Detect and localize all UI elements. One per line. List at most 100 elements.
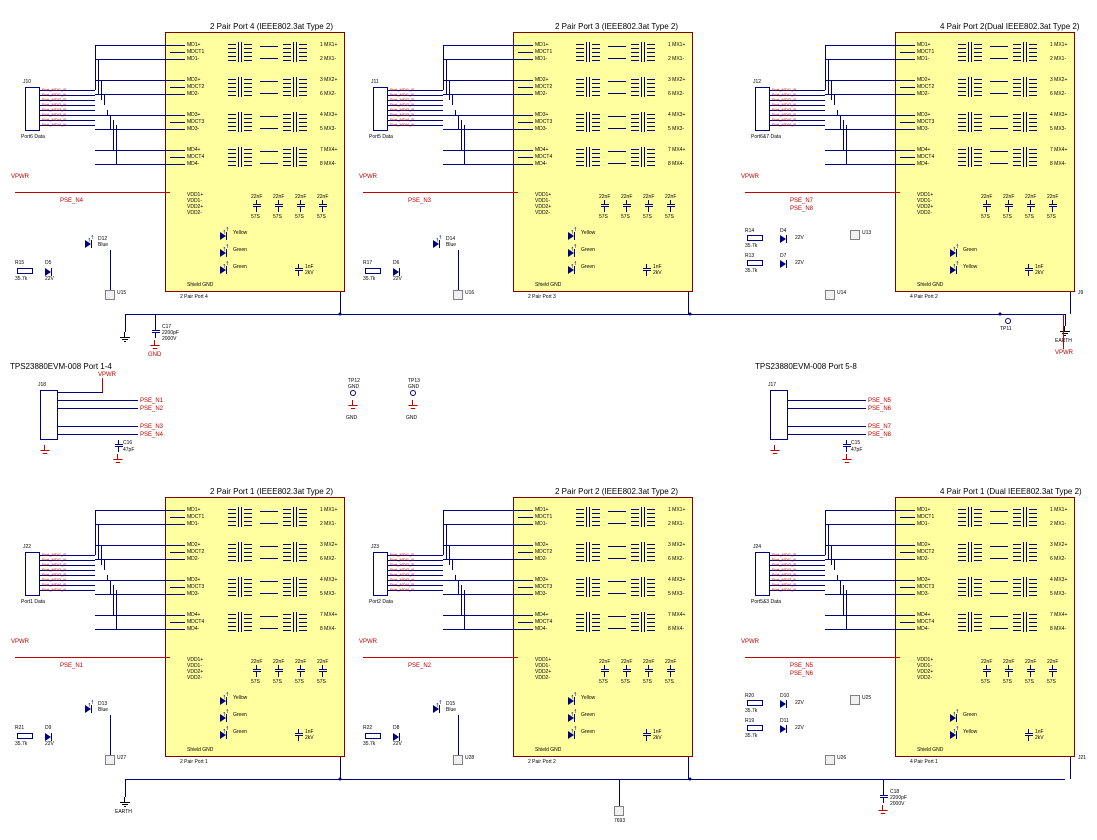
- zener-icon: [45, 268, 57, 276]
- wire: [518, 594, 533, 595]
- pse-net-label: PSE_N2: [408, 663, 431, 669]
- data-connector: [25, 87, 40, 131]
- zener-icon: [393, 733, 405, 741]
- pin-label: VDD2-: [917, 210, 932, 216]
- pin-label: MD1-: [535, 56, 547, 62]
- wire: [608, 93, 626, 94]
- connector-j18: [40, 390, 58, 440]
- wire: [260, 116, 278, 117]
- pin-label: MD2+: [187, 542, 200, 548]
- pin-label: 4 MX3+: [668, 577, 685, 583]
- wire: [113, 120, 114, 150]
- cap-22nf: [645, 200, 653, 212]
- bead-ref: U15: [117, 290, 126, 296]
- pin-label: 4 MX3+: [668, 112, 685, 118]
- cap-val: 22nF: [295, 659, 306, 665]
- wire: [900, 545, 915, 546]
- wire: [518, 164, 533, 165]
- wire: [900, 157, 915, 158]
- wire: [458, 715, 459, 755]
- res-val: 57S: [295, 679, 304, 685]
- cap-ref: C16: [123, 440, 132, 446]
- data-connector: [373, 552, 388, 596]
- wire: [455, 575, 456, 580]
- pin-label: MD1-: [187, 56, 199, 62]
- power-wire: [745, 192, 900, 193]
- pin-label: MD4-: [187, 161, 199, 167]
- pin-label: 6 MX2-: [668, 556, 684, 562]
- zener-val: 22V: [795, 700, 804, 706]
- wire: [608, 523, 626, 524]
- wire: [449, 80, 450, 100]
- wire: [518, 129, 533, 130]
- pse-net-label: PSE_N3: [408, 198, 431, 204]
- tps-conn-title-right: TPS23880EVM-008 Port 5-8: [755, 362, 857, 371]
- ferrite-bead: [850, 695, 860, 705]
- wire: [608, 46, 626, 47]
- cap-22nf: [645, 665, 653, 677]
- wire: [900, 552, 915, 553]
- cmc-icon: [275, 612, 315, 632]
- led-green-icon: ↗↗: [950, 712, 962, 722]
- wire: [443, 524, 518, 525]
- transformer-icon: [568, 112, 608, 132]
- wire: [443, 129, 518, 130]
- cmc-icon: [1005, 77, 1045, 97]
- data-connector: [373, 87, 388, 131]
- pin-label: 6 MX2-: [320, 91, 336, 97]
- gnd-rail-top: [125, 314, 1065, 315]
- pin-label: 2 MX1-: [668, 521, 684, 527]
- wire: [260, 581, 278, 582]
- led-green-icon: ↗↗: [220, 247, 232, 257]
- wire: [58, 434, 138, 435]
- pin-label: MDCT3: [535, 119, 552, 125]
- wire: [825, 559, 900, 560]
- pin-label: MD3-: [917, 591, 929, 597]
- pin-label: MDCT3: [917, 119, 934, 125]
- ferrite-bead: [453, 755, 463, 765]
- pin-label: 8 MX4-: [1050, 626, 1066, 632]
- wire: [58, 392, 103, 393]
- vpwr-label: VPWR: [98, 372, 116, 378]
- wire: [900, 517, 915, 518]
- transformer-icon: [950, 77, 990, 97]
- wire: [518, 559, 533, 560]
- wire: [170, 524, 185, 525]
- power-wire: [15, 657, 170, 658]
- wire: [900, 52, 915, 53]
- wire: [608, 128, 626, 129]
- cap-1nf: [1025, 264, 1033, 276]
- led-green-icon: ↗↗: [568, 712, 580, 722]
- wire: [95, 580, 170, 581]
- led-color: Blue: [446, 242, 456, 248]
- wire: [170, 150, 185, 151]
- wire: [900, 122, 915, 123]
- gnd-symbol: [842, 454, 852, 464]
- wire: [260, 128, 278, 129]
- wire: [518, 587, 533, 588]
- res-val: 57S: [1025, 679, 1034, 685]
- wire: [825, 80, 900, 81]
- gnd-symbol: [348, 400, 358, 410]
- wire: [58, 426, 138, 427]
- cap-22nf: [253, 200, 261, 212]
- pin-label: MD3+: [187, 577, 200, 583]
- wire: [260, 511, 278, 512]
- cap-val: 22nF: [665, 194, 676, 200]
- pin-label: MD2-: [187, 91, 199, 97]
- led-label: Yellow: [233, 230, 247, 236]
- pin-label: 6 MX2-: [1050, 91, 1066, 97]
- wire: [825, 115, 900, 116]
- wire: [518, 150, 533, 151]
- wire: [95, 94, 170, 95]
- conn-label: Port6&7 Data: [751, 134, 781, 140]
- res-ref: R14: [745, 228, 754, 234]
- wire: [825, 45, 826, 90]
- wire: [900, 45, 915, 46]
- pin-label: 3 MX2+: [1050, 77, 1067, 83]
- zener-val: 22V: [795, 260, 804, 266]
- wire: [900, 559, 915, 560]
- res-val: 57S: [251, 679, 260, 685]
- zener-icon: [393, 268, 405, 276]
- cap-val2: 2000V: [890, 801, 904, 807]
